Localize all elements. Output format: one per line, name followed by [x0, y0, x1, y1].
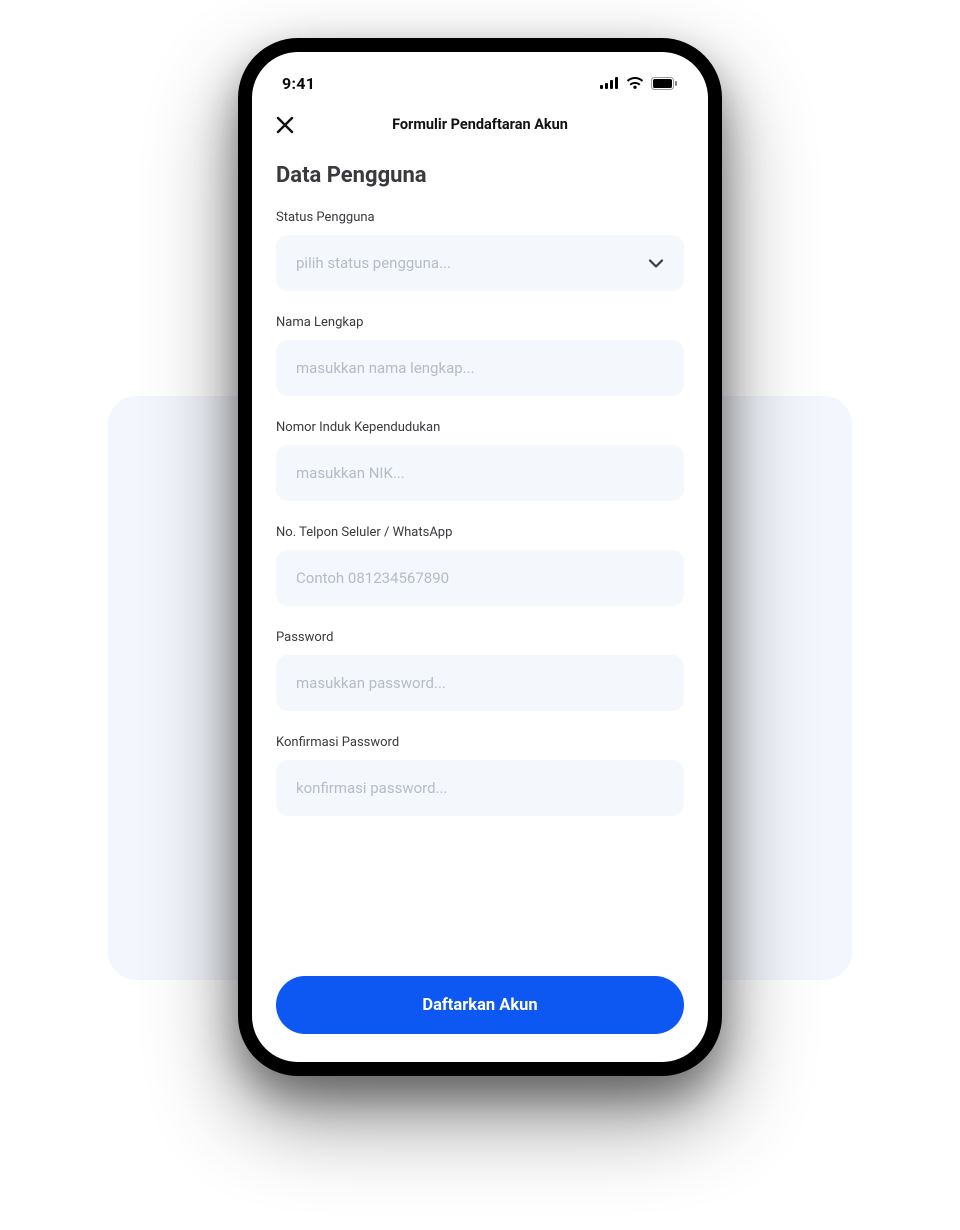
phone-frame: 9:41 Formulir Pendaftaran Akun: [238, 38, 722, 1076]
submit-button[interactable]: Daftarkan Akun: [276, 976, 684, 1034]
field-phone: No. Telpon Seluler / WhatsApp: [276, 525, 684, 606]
app-bar: Formulir Pendaftaran Akun: [252, 104, 708, 149]
bottom-area: Daftarkan Akun: [252, 976, 708, 1062]
fullname-input[interactable]: [276, 340, 684, 396]
field-label-nik: Nomor Induk Kependudukan: [276, 420, 684, 435]
phone-input[interactable]: [276, 550, 684, 606]
form-content: Data Pengguna Status Pengguna Nama Lengk…: [252, 149, 708, 976]
password-input[interactable]: [276, 655, 684, 711]
field-label-fullname: Nama Lengkap: [276, 315, 684, 330]
confirm-password-input[interactable]: [276, 760, 684, 816]
status-time: 9:41: [282, 74, 315, 93]
nik-input[interactable]: [276, 445, 684, 501]
close-icon: [276, 116, 294, 134]
status-bar: 9:41: [252, 52, 708, 104]
status-icons: [600, 77, 678, 90]
field-label-confirm-password: Konfirmasi Password: [276, 735, 684, 750]
field-confirm-password: Konfirmasi Password: [276, 735, 684, 816]
field-fullname: Nama Lengkap: [276, 315, 684, 396]
field-password: Password: [276, 630, 684, 711]
cellular-icon: [600, 77, 619, 89]
status-input[interactable]: [276, 235, 684, 291]
phone-screen: 9:41 Formulir Pendaftaran Akun: [252, 52, 708, 1062]
field-nik: Nomor Induk Kependudukan: [276, 420, 684, 501]
field-label-phone: No. Telpon Seluler / WhatsApp: [276, 525, 684, 540]
section-title: Data Pengguna: [276, 163, 684, 188]
field-status: Status Pengguna: [276, 210, 684, 291]
field-label-password: Password: [276, 630, 684, 645]
battery-icon: [651, 77, 678, 90]
close-button[interactable]: [276, 116, 294, 134]
page-title: Formulir Pendaftaran Akun: [276, 116, 684, 133]
status-select[interactable]: [276, 235, 684, 291]
field-label-status: Status Pengguna: [276, 210, 684, 225]
wifi-icon: [626, 77, 644, 89]
